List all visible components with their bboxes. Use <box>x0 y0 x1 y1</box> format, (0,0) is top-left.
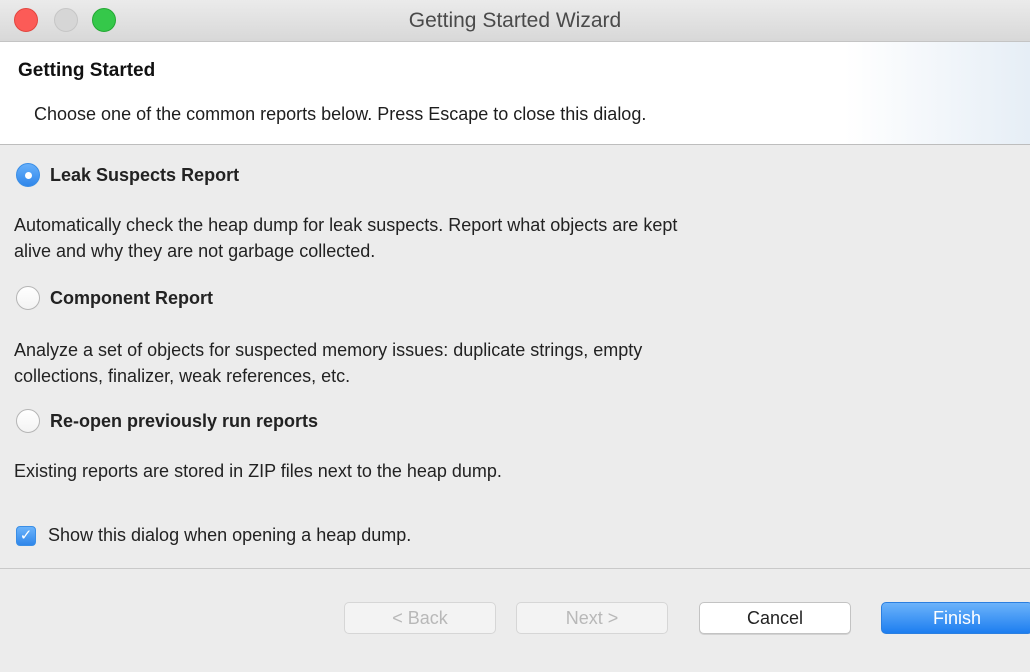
title-bar[interactable]: Getting Started Wizard <box>0 0 1030 42</box>
component-report-label: Component Report <box>50 287 213 308</box>
back-button[interactable]: < Back <box>344 602 496 634</box>
show-dialog-option[interactable]: ✓ Show this dialog when opening a heap d… <box>16 525 411 546</box>
reopen-reports-description: Existing reports are stored in ZIP files… <box>14 458 894 484</box>
next-button[interactable]: Next > <box>516 602 668 634</box>
show-dialog-checkbox[interactable]: ✓ <box>16 525 36 546</box>
component-report-description-line-1: Analyze a set of objects for suspected m… <box>14 340 643 360</box>
component-report-description: Analyze a set of objects for suspected m… <box>14 337 894 389</box>
finish-button[interactable]: Finish <box>881 602 1030 634</box>
leak-suspects-description: Automatically check the heap dump for le… <box>14 212 894 264</box>
page-title: Getting Started <box>18 60 156 81</box>
cancel-button[interactable]: Cancel <box>699 602 851 634</box>
leak-suspects-description-line-1: Automatically check the heap dump for le… <box>14 215 678 235</box>
leak-suspects-label: Leak Suspects Report <box>50 164 240 185</box>
reopen-reports-description-line-1: Existing reports are stored in ZIP files… <box>14 461 502 481</box>
reopen-reports-label: Re-open previously run reports <box>50 410 319 431</box>
option-reopen-reports[interactable]: Re-open previously run reports <box>16 409 318 433</box>
show-dialog-label: Show this dialog when opening a heap dum… <box>48 525 412 545</box>
leak-suspects-description-line-2: alive and why they are not garbage colle… <box>14 241 376 261</box>
leak-suspects-radio[interactable] <box>16 163 40 187</box>
option-component-report[interactable]: Component Report <box>16 286 213 310</box>
wizard-content: Leak Suspects Report Automatically check… <box>0 145 1030 568</box>
option-leak-suspects-report[interactable]: Leak Suspects Report <box>16 163 239 187</box>
wizard-header: Getting Started Choose one of the common… <box>0 42 1030 145</box>
wizard-window: Getting Started Wizard Getting Started C… <box>0 0 1030 672</box>
window-title: Getting Started Wizard <box>408 9 622 32</box>
reopen-reports-radio[interactable] <box>16 409 40 433</box>
wizard-footer: < Back Next > Cancel Finish <box>0 568 1030 672</box>
page-description: Choose one of the common reports below. … <box>34 104 647 124</box>
component-report-description-line-2: collections, finalizer, weak references,… <box>14 366 351 386</box>
component-report-radio[interactable] <box>16 286 40 310</box>
